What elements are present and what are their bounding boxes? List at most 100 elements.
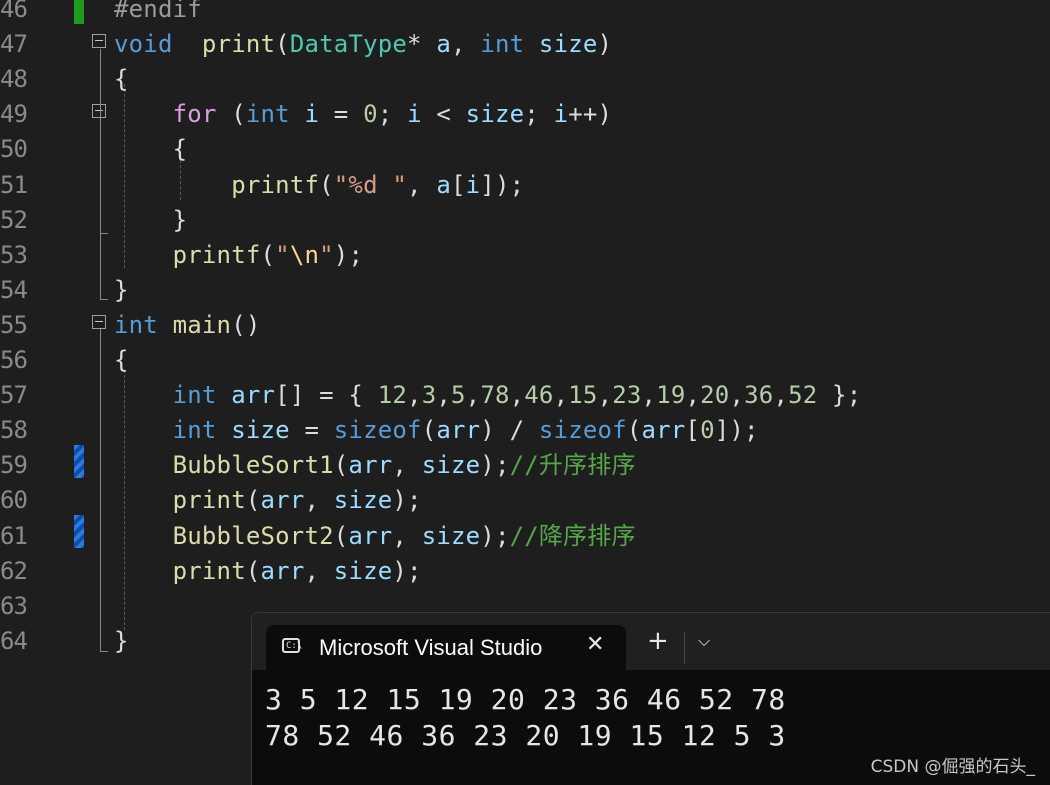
line-number: 58 — [0, 416, 28, 445]
code-token: = — [319, 100, 364, 129]
code-token: 36 — [744, 381, 774, 410]
code-token: () — [231, 310, 261, 339]
code-text: print(arr, size); — [114, 554, 422, 589]
code-line[interactable]: 59 BubbleSort1(arr, size);//升序排序 — [0, 448, 1050, 483]
code-text: #endif — [114, 0, 202, 27]
code-token: ); — [333, 240, 364, 269]
code-token: ); — [480, 451, 510, 480]
code-line[interactable]: 50 { — [0, 132, 1050, 167]
chevron-down-icon[interactable]: ⌵ — [698, 631, 710, 651]
code-token: , — [465, 381, 481, 410]
code-line[interactable]: 47 void print(DataType* a, int size) — [0, 27, 1050, 62]
code-text: int arr[] = { 12,3,5,78,46,15,23,19,20,3… — [114, 378, 862, 413]
code-token: 3 — [421, 381, 437, 410]
console-icon-text: C:\ — [286, 641, 303, 651]
code-token: i — [289, 100, 320, 129]
line-number: 50 — [0, 135, 28, 164]
code-line[interactable]: 60 print(arr, size); — [0, 483, 1050, 518]
code-text: int main() — [114, 308, 261, 343]
terminal-tab[interactable]: C:\ Microsoft Visual Studio ✕ — [266, 625, 626, 670]
line-number: 55 — [0, 310, 28, 339]
code-token: arr — [641, 416, 686, 445]
code-token: ) — [597, 30, 613, 59]
code-line[interactable]: 61 BubbleSort2(arr, size);//降序排序 — [0, 519, 1050, 554]
code-token: sizeof — [538, 416, 627, 445]
tab-separator — [684, 632, 685, 664]
code-token: , — [451, 30, 481, 59]
new-tab-button[interactable]: + — [647, 626, 669, 656]
code-token: arr — [260, 486, 305, 515]
line-number: 49 — [0, 100, 28, 129]
code-line[interactable]: 55 int main() — [0, 308, 1050, 343]
code-token: < — [421, 100, 466, 129]
code-text: print(arr, size); — [114, 483, 422, 518]
code-token: ( — [245, 556, 261, 585]
code-token: "%d " — [333, 170, 408, 199]
code-line[interactable]: 48 { — [0, 62, 1050, 97]
code-token: 0 — [700, 416, 715, 445]
code-token: ]); — [714, 416, 759, 445]
code-token: , — [407, 170, 437, 199]
code-token: size — [524, 30, 598, 59]
code-line[interactable]: 62 print(arr, size); — [0, 554, 1050, 589]
code-token: [] = { — [275, 381, 378, 410]
code-token: ( — [333, 451, 349, 480]
code-token: , — [436, 381, 451, 410]
code-line[interactable]: 57 int arr[] = { 12,3,5,78,46,15,23,19,2… — [0, 378, 1050, 413]
code-line[interactable]: 46 #endif — [0, 0, 1050, 27]
code-text: { — [114, 62, 129, 97]
code-line[interactable]: 51 printf("%d ", a[i]); — [0, 168, 1050, 203]
code-line[interactable]: 49 for (int i = 0; i < size; i++) — [0, 97, 1050, 132]
code-token: a — [436, 170, 451, 199]
code-token: int — [114, 310, 158, 339]
code-text: } — [114, 203, 187, 238]
code-token: DataType — [289, 30, 408, 59]
code-text: { — [114, 343, 129, 378]
code-line[interactable]: 56 { — [0, 343, 1050, 378]
code-token: ); — [392, 556, 422, 585]
code-token: } — [114, 205, 188, 234]
close-icon[interactable]: ✕ — [586, 632, 604, 657]
code-token: arr — [436, 416, 481, 445]
code-text: printf("%d ", a[i]); — [114, 168, 524, 203]
code-token: }; — [817, 381, 862, 410]
code-token: ( — [275, 30, 290, 59]
code-token: ++) — [568, 100, 613, 129]
code-token: { — [114, 346, 129, 374]
code-token: int — [172, 416, 217, 445]
line-number: 56 — [0, 346, 28, 374]
code-token: ( — [626, 416, 642, 445]
code-token: arr — [231, 381, 276, 410]
code-line[interactable]: 54} — [0, 273, 1050, 308]
code-text: for (int i = 0; i < size; i++) — [114, 97, 612, 132]
code-token: , — [304, 556, 334, 585]
code-token: for — [172, 100, 217, 129]
code-line[interactable]: 58 int size = sizeof(arr) / sizeof(arr[0… — [0, 413, 1050, 448]
code-token: ; — [377, 100, 408, 129]
code-line[interactable]: 52 } — [0, 203, 1050, 238]
code-token: 52 — [788, 381, 818, 410]
code-line[interactable]: 53 printf("\n"); — [0, 238, 1050, 273]
code-token: 15 — [568, 381, 598, 410]
terminal-window[interactable]: C:\ Microsoft Visual Studio ✕ + ⌵ 3 5 12… — [251, 612, 1050, 785]
line-number: 57 — [0, 381, 28, 410]
code-token: , — [407, 381, 422, 410]
code-token: a — [436, 30, 451, 59]
code-token: int — [245, 100, 290, 129]
code-token: printf — [231, 170, 320, 199]
line-number: 47 — [0, 30, 28, 59]
code-token: print — [201, 30, 276, 59]
code-token: arr — [348, 451, 393, 480]
code-text: void print(DataType* a, int size) — [114, 27, 612, 62]
code-token: [ — [685, 416, 701, 445]
code-token: * — [407, 30, 437, 59]
line-number: 51 — [0, 170, 28, 199]
code-token: //降序排序 — [509, 521, 636, 550]
